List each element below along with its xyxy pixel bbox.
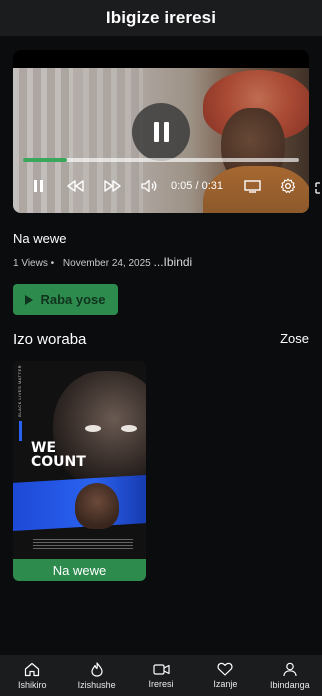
pause-button[interactable] xyxy=(31,172,47,200)
watch-all-label: Raba yose xyxy=(40,292,106,307)
volume-button[interactable] xyxy=(139,172,159,200)
top-bar: Ibigize ireresi xyxy=(0,0,322,36)
video-icon xyxy=(152,663,170,675)
home-icon xyxy=(25,662,40,676)
watch-all-button[interactable]: Raba yose xyxy=(13,284,118,315)
poster-headline: WE COUNT xyxy=(31,441,86,469)
time-display: 0:05 / 0:31 xyxy=(171,180,223,192)
flame-icon xyxy=(91,661,103,677)
pause-icon xyxy=(34,180,43,192)
bottom-navigation: Ishikiro Izishushe Ireresi Izanje Ibinda… xyxy=(0,655,322,696)
related-section-title: Izo woraba xyxy=(13,331,87,348)
nav-item-favorites[interactable]: Izanje xyxy=(193,655,257,696)
view-count: 1 Views • xyxy=(13,258,55,269)
publish-date: November 24, 2025 xyxy=(62,258,151,269)
nav-label: Izishushe xyxy=(77,679,116,690)
related-video-label[interactable]: Na wewe xyxy=(13,559,146,581)
cast-icon xyxy=(243,179,261,193)
page-title: Ibigize ireresi xyxy=(105,8,217,27)
nav-item-profile[interactable]: Ibindanga xyxy=(258,655,322,696)
poster-thumbnail[interactable]: BLACK LIVES MATTER WE COUNT xyxy=(13,361,146,559)
cast-button[interactable] xyxy=(241,172,263,200)
pause-icon-bar xyxy=(153,122,159,142)
more-link[interactable]: ...Ibindi xyxy=(154,255,193,269)
app: Ibigize ireresi 0:05 / 0:31 Na wewe 1 Vi… xyxy=(0,0,322,696)
video-player[interactable]: 0:05 / 0:31 xyxy=(13,50,309,213)
progress-bar[interactable] xyxy=(23,158,299,162)
progress-fill xyxy=(23,158,68,162)
player-controls: 0:05 / 0:31 xyxy=(13,172,309,200)
nav-item-trending[interactable]: Izishushe xyxy=(64,655,128,696)
person-icon xyxy=(283,662,297,676)
fast-forward-button[interactable] xyxy=(101,172,123,200)
poster-fine-print xyxy=(33,539,133,549)
volume-icon xyxy=(140,179,156,193)
poster-side-text: BLACK LIVES MATTER xyxy=(17,365,22,417)
see-all-link[interactable]: Zose xyxy=(280,331,309,346)
poster-person xyxy=(75,483,119,529)
nav-label: Ireresi xyxy=(148,678,174,689)
pause-icon-bar xyxy=(163,122,169,142)
settings-icon xyxy=(280,178,296,194)
nav-item-home[interactable]: Ishikiro xyxy=(0,655,64,696)
related-video-card[interactable]: BLACK LIVES MATTER WE COUNT Na wewe xyxy=(13,361,146,581)
video-meta: 1 Views • November 24, 2025 ...Ibindi xyxy=(13,255,192,269)
nav-label: Ibindanga xyxy=(270,679,310,690)
settings-button[interactable] xyxy=(277,172,299,200)
nav-label: Ishikiro xyxy=(17,679,47,690)
video-title: Na wewe xyxy=(13,231,67,246)
heart-icon xyxy=(217,662,233,676)
poster-headline-line: WE xyxy=(31,440,57,456)
nav-item-videos[interactable]: Ireresi xyxy=(129,655,193,696)
fullscreen-button[interactable] xyxy=(315,181,322,195)
rewind-button[interactable] xyxy=(65,172,87,200)
play-icon xyxy=(25,294,34,305)
poster-eye xyxy=(121,425,137,432)
poster-stripe xyxy=(19,421,22,441)
center-pause-button[interactable] xyxy=(132,103,190,161)
poster-eye xyxy=(85,425,101,432)
poster-headline-line: COUNT xyxy=(31,454,86,470)
rewind-icon xyxy=(67,180,84,192)
nav-label: Izanje xyxy=(213,679,238,689)
fast-forward-icon xyxy=(104,180,121,192)
fullscreen-icon xyxy=(315,182,320,194)
